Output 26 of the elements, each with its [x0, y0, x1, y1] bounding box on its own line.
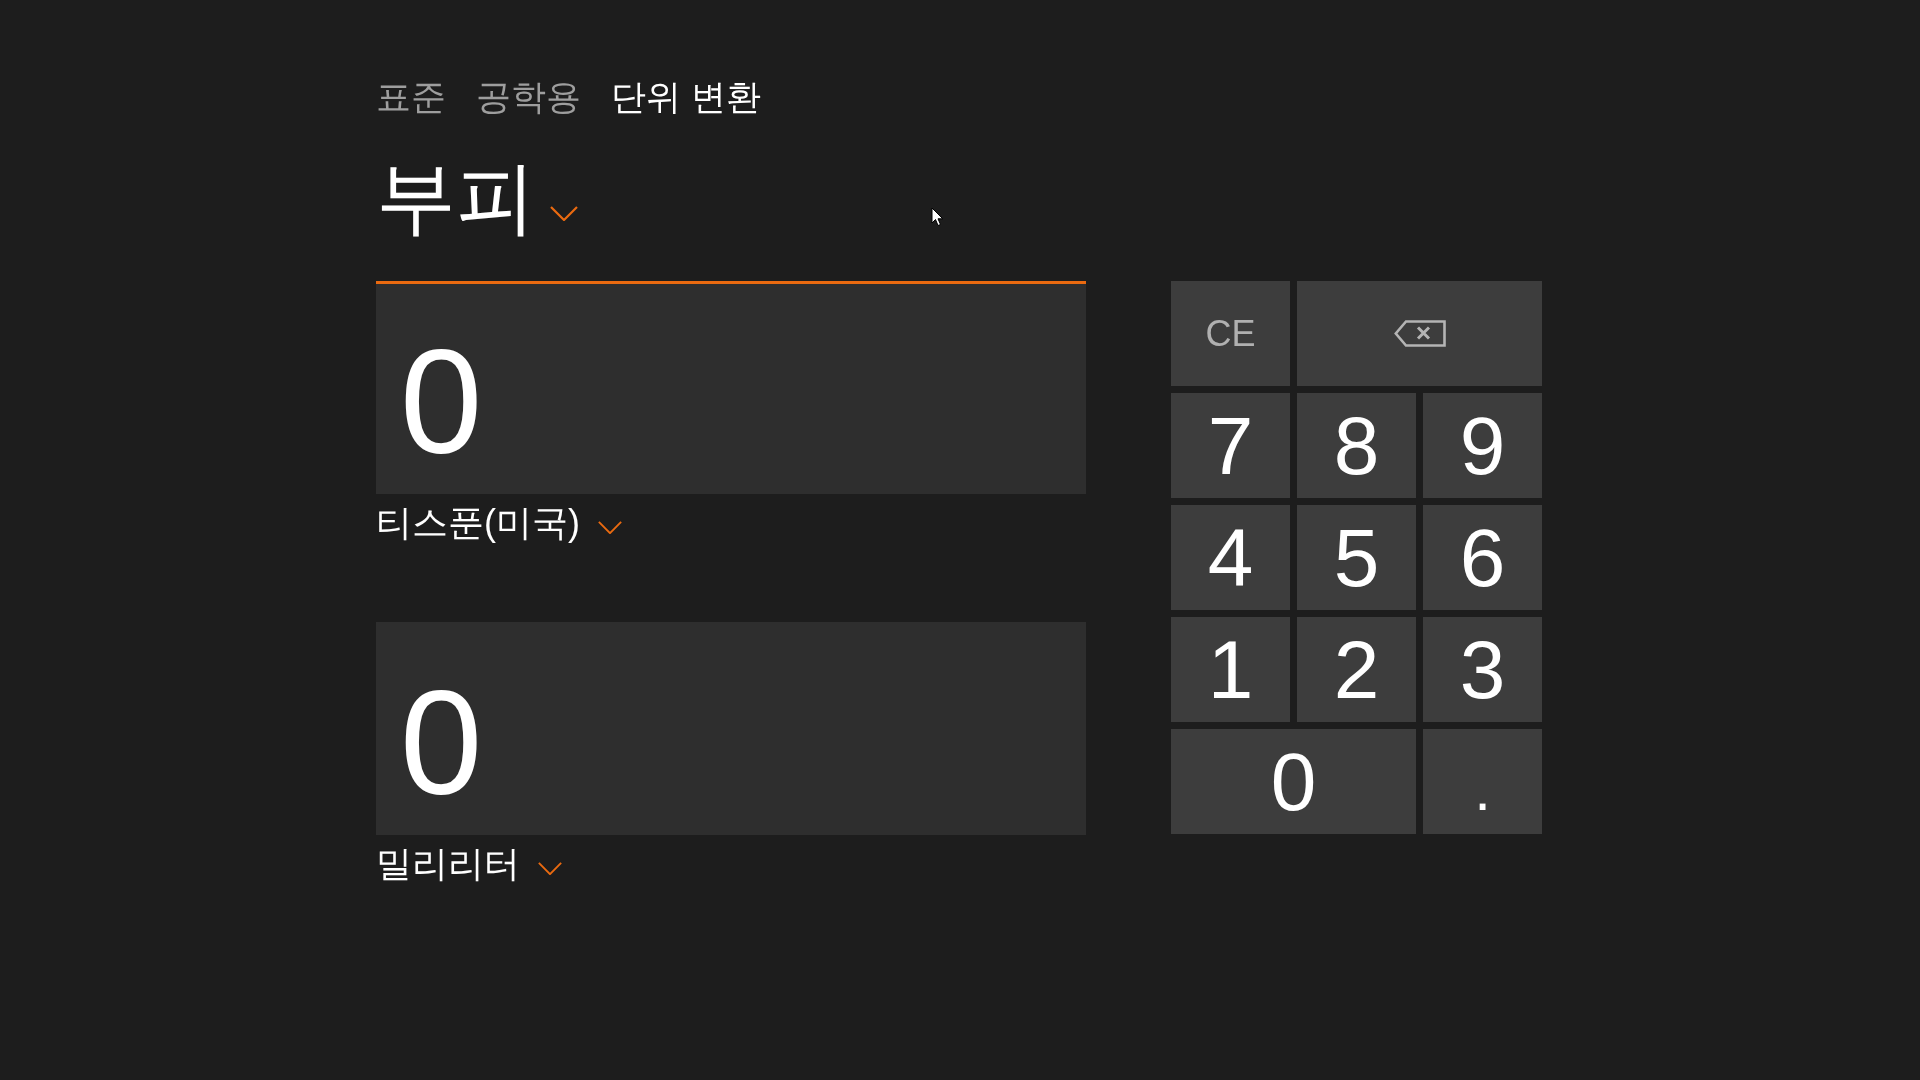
- digit-button[interactable]: 3: [1423, 617, 1542, 722]
- backspace-icon: [1393, 320, 1446, 347]
- digit-button[interactable]: 0: [1171, 729, 1416, 834]
- value-field[interactable]: 0: [376, 622, 1086, 835]
- unit-dropdown[interactable]: 티스푼(미국): [376, 505, 622, 541]
- category-dropdown[interactable]: 부피: [376, 157, 578, 239]
- decimal-point-button[interactable]: .: [1423, 729, 1542, 834]
- backspace-button[interactable]: [1297, 281, 1542, 386]
- value-field[interactable]: 0: [376, 281, 1086, 494]
- digit-button[interactable]: 9: [1423, 393, 1542, 498]
- digit-button[interactable]: 4: [1171, 505, 1290, 610]
- unit-dropdown[interactable]: 밀리리터: [376, 846, 562, 882]
- tab[interactable]: 표준: [376, 75, 446, 119]
- tab[interactable]: 단위 변환: [611, 75, 761, 119]
- digit-button[interactable]: 7: [1171, 393, 1290, 498]
- digit-button[interactable]: 6: [1423, 505, 1542, 610]
- digit-button[interactable]: 5: [1297, 505, 1416, 610]
- chevron-down-icon: [550, 205, 578, 221]
- digit-button[interactable]: 8: [1297, 393, 1416, 498]
- digit-button[interactable]: 2: [1297, 617, 1416, 722]
- chevron-down-icon: [598, 520, 622, 534]
- clear-entry-button[interactable]: CE: [1171, 281, 1290, 386]
- chevron-down-icon: [538, 861, 562, 875]
- digit-button[interactable]: 1: [1171, 617, 1290, 722]
- mouse-pointer-icon: [931, 207, 944, 227]
- tab[interactable]: 공학용: [476, 75, 581, 119]
